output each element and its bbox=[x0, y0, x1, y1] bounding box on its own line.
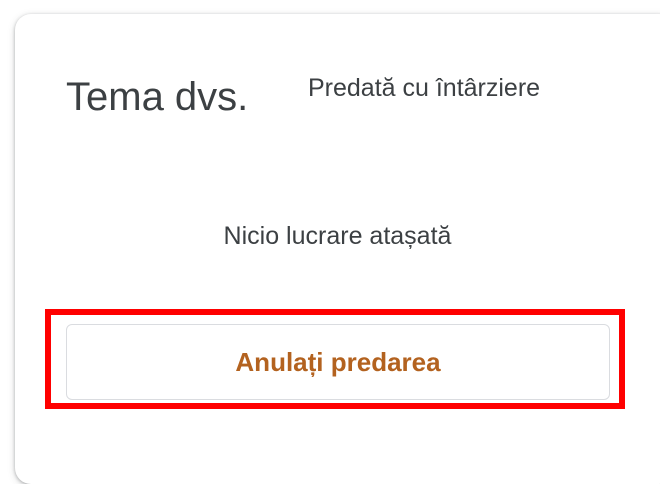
card-title: Tema dvs. bbox=[66, 75, 249, 119]
no-work-attached-message: Nicio lucrare atașată bbox=[223, 222, 452, 250]
highlight-box bbox=[45, 309, 625, 409]
submission-status: Predată cu întârziere bbox=[308, 74, 541, 102]
